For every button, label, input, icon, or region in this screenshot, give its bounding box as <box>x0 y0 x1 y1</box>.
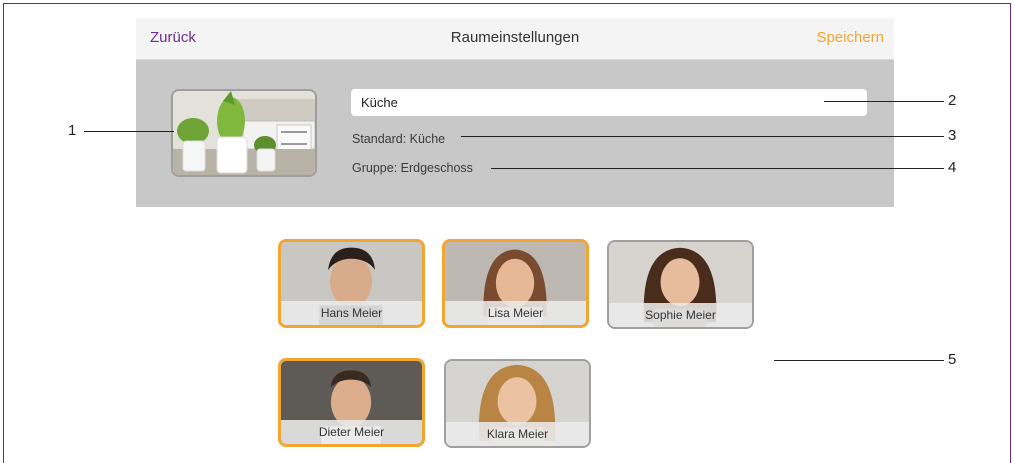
callout-line-3 <box>461 136 944 137</box>
callout-number-2: 2 <box>948 92 957 109</box>
person-card-lisa[interactable]: Lisa Meier <box>442 239 589 328</box>
callout-line-2 <box>824 101 944 102</box>
callout-line-5 <box>774 360 944 361</box>
standard-label[interactable]: Standard: Küche <box>352 132 445 146</box>
person-name: Lisa Meier <box>445 301 586 325</box>
room-settings-panel: Standard: Küche Gruppe: Erdgeschoss <box>136 60 894 207</box>
person-name: Hans Meier <box>281 301 422 325</box>
person-card-klara[interactable]: Klara Meier <box>444 359 591 448</box>
room-photo[interactable] <box>171 89 317 177</box>
callout-number-5: 5 <box>948 351 957 368</box>
callout-line-4 <box>491 168 944 169</box>
room-name-input[interactable] <box>351 89 867 116</box>
kitchen-image <box>173 91 315 175</box>
person-name: Klara Meier <box>446 422 589 446</box>
page-title: Raumeinstellungen <box>450 29 580 46</box>
navigation-bar: Zurück Raumeinstellungen Speichern <box>136 18 894 60</box>
callout-number-4: 4 <box>948 159 957 176</box>
save-button[interactable]: Speichern <box>816 29 884 46</box>
person-card-hans[interactable]: Hans Meier <box>278 239 425 328</box>
callout-number-3: 3 <box>948 127 957 144</box>
callout-number-1: 1 <box>68 122 77 139</box>
person-card-dieter[interactable]: Dieter Meier <box>278 358 425 447</box>
group-label[interactable]: Gruppe: Erdgeschoss <box>352 161 473 175</box>
person-name: Sophie Meier <box>609 303 752 327</box>
person-name: Dieter Meier <box>281 420 422 444</box>
callout-line-1 <box>84 131 174 132</box>
person-card-sophie[interactable]: Sophie Meier <box>607 240 754 329</box>
